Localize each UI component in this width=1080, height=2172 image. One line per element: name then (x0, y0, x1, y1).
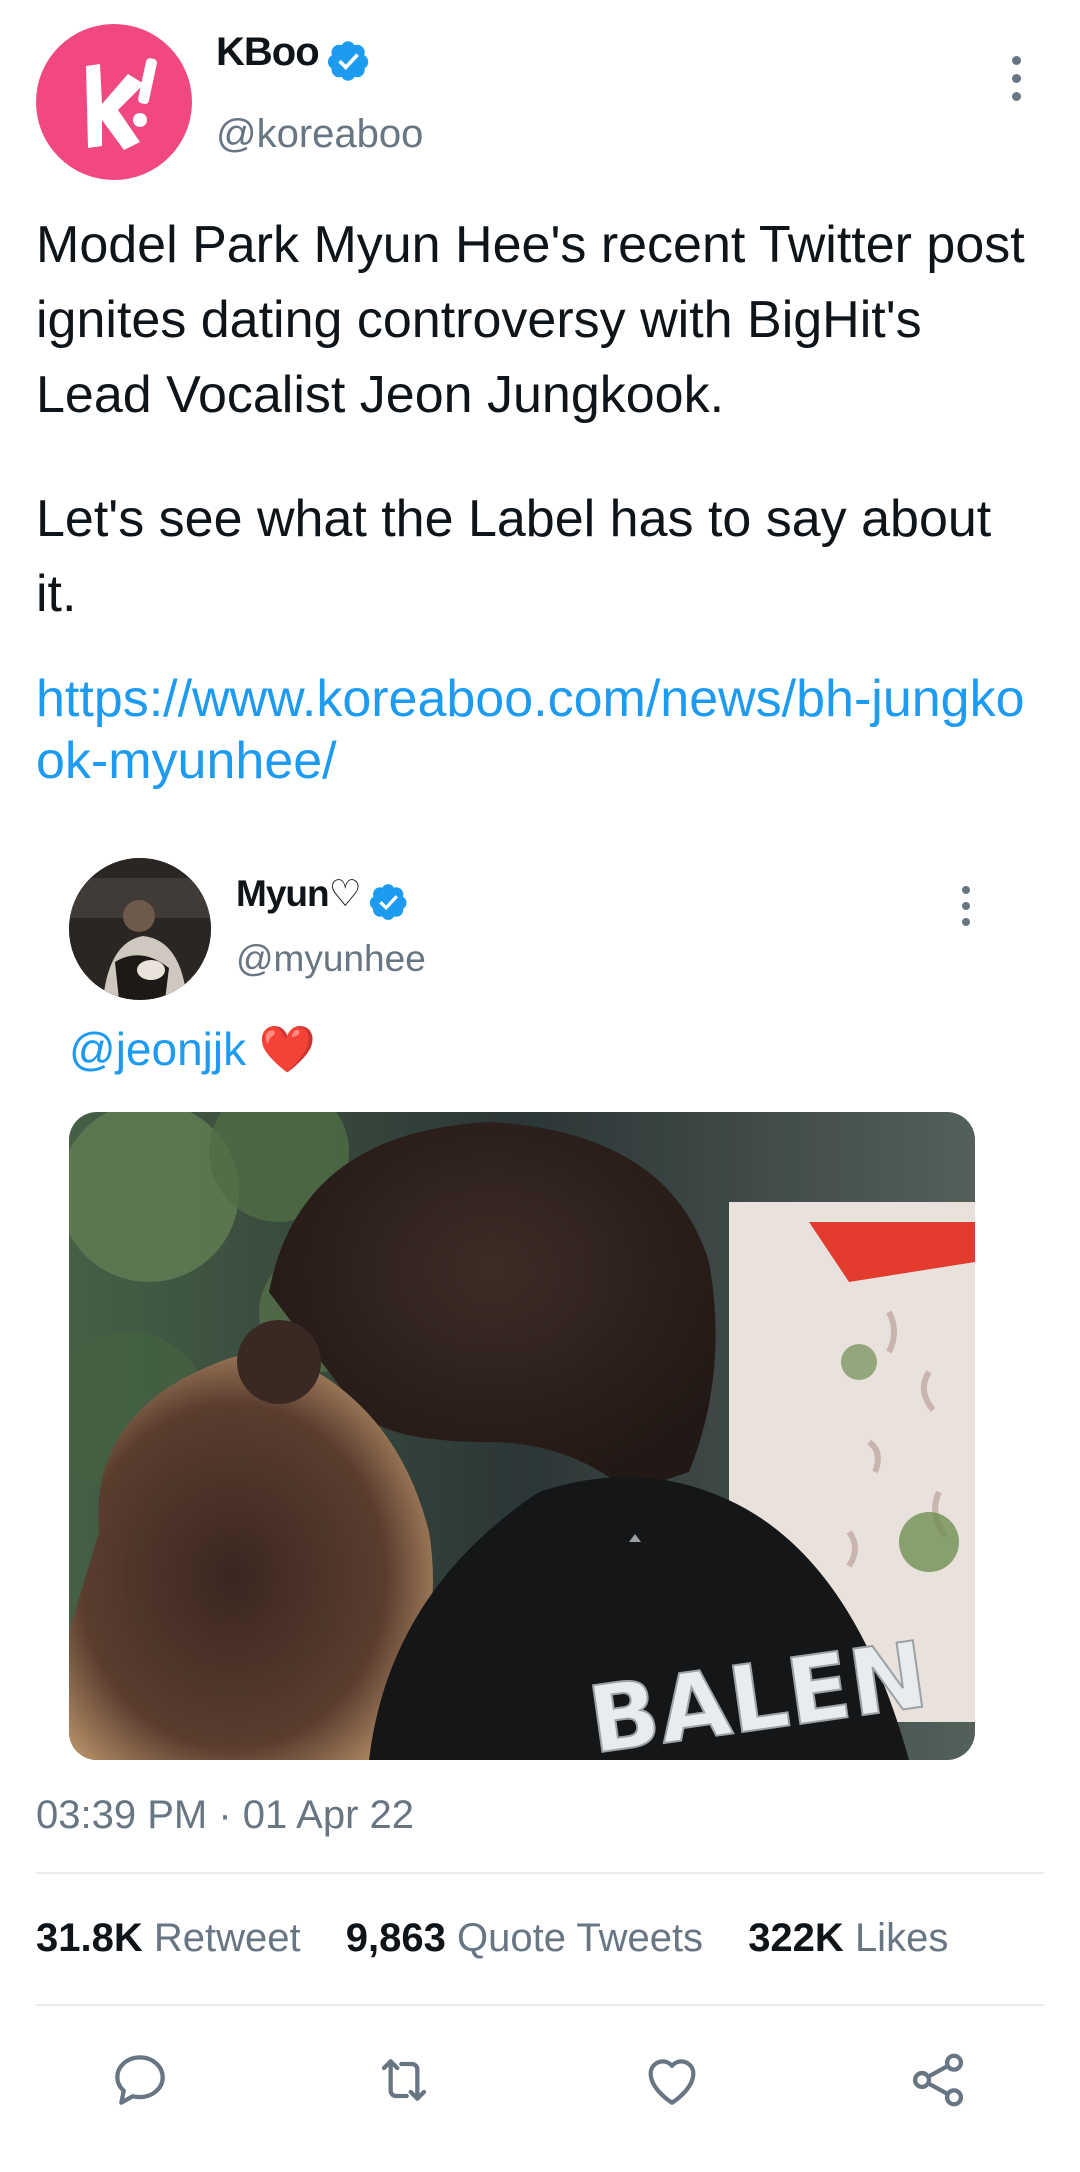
koreaboo-logo (86, 58, 157, 150)
quoted-author-avatar[interactable] (69, 858, 211, 1000)
verified-badge-icon (328, 41, 369, 81)
like-icon[interactable] (640, 2048, 704, 2112)
divider (36, 2004, 1044, 2006)
article-link[interactable]: https://www.koreaboo.com/news/bh-jungkoo… (36, 668, 1046, 792)
quote-tweets-stat[interactable]: 9,863 Quote Tweets (346, 1916, 703, 1960)
heart-emoji: ❤️ (258, 1023, 317, 1075)
couple-photo: BALEN (69, 1112, 975, 1760)
quoted-author-name[interactable]: Myun♡ (236, 873, 362, 914)
author-name[interactable]: KBoo (216, 30, 320, 74)
share-icon[interactable] (906, 2048, 970, 2112)
more-options-icon[interactable] (962, 886, 970, 926)
likes-stat[interactable]: 322K Likes (748, 1916, 948, 1960)
retweet-icon[interactable] (372, 2048, 436, 2112)
verified-badge-icon (370, 883, 407, 920)
tweet-paragraph-2: Let's see what the Label has to say abou… (36, 490, 992, 623)
author-handle[interactable]: @koreaboo (216, 112, 423, 157)
reply-icon[interactable] (108, 2048, 172, 2112)
tweet-timestamp[interactable]: 03:39 PM · 01 Apr 22 (36, 1793, 414, 1838)
quoted-author-handle[interactable]: @myunhee (236, 938, 426, 980)
divider (36, 1872, 1044, 1874)
tweet-stats: 31.8K Retweet 9,863 Quote Tweets 322K Li… (36, 1916, 948, 1961)
tweet-paragraph-1: Model Park Myun Hee's recent Twitter pos… (36, 216, 1025, 424)
more-options-icon[interactable] (1012, 56, 1021, 101)
quoted-author-name-row: Myun♡ (236, 872, 409, 922)
tweet-text: Model Park Myun Hee's recent Twitter pos… (36, 208, 1046, 632)
avatar-photo (69, 858, 211, 1000)
retweets-stat[interactable]: 31.8K Retweet (36, 1916, 301, 1960)
tweet-photo[interactable]: BALEN (69, 1112, 975, 1760)
quoted-text: @jeonjjk ❤️ (69, 1022, 316, 1077)
author-avatar[interactable] (36, 24, 192, 180)
mention-link[interactable]: @jeonjjk (69, 1023, 246, 1075)
author-name-row: KBoo (216, 30, 371, 83)
